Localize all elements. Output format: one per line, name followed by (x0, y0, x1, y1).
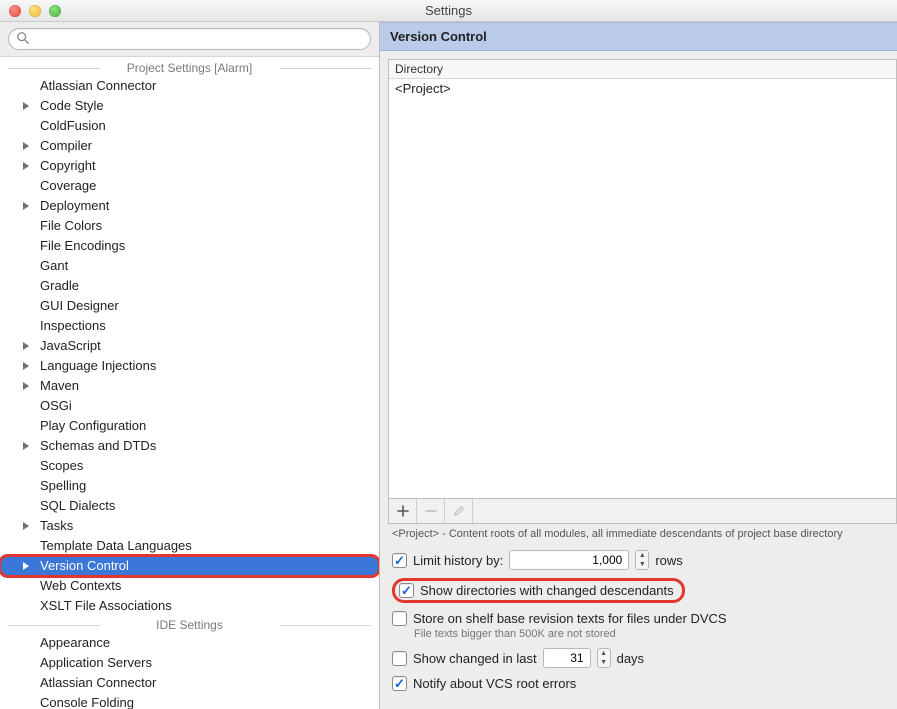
show-changed-input[interactable] (543, 648, 591, 668)
settings-item[interactable]: Version Control (0, 556, 379, 576)
search-icon (16, 31, 30, 45)
settings-item[interactable]: GUI Designer (0, 296, 379, 316)
show-changed-checkbox[interactable] (392, 651, 407, 666)
section-project-settings: Project Settings [Alarm] (0, 59, 379, 76)
settings-item[interactable]: Coverage (0, 176, 379, 196)
show-changed-label: Show changed in last (413, 651, 537, 666)
chevron-down-icon[interactable]: ▼ (598, 658, 610, 667)
settings-item[interactable]: Template Data Languages (0, 536, 379, 556)
settings-item[interactable]: Appearance (0, 633, 379, 653)
section-ide-settings: IDE Settings (0, 616, 379, 633)
limit-history-checkbox[interactable] (392, 553, 407, 568)
show-directories-label: Show directories with changed descendant… (420, 583, 674, 598)
minus-icon (425, 505, 437, 517)
settings-item[interactable]: Console Folding (0, 693, 379, 709)
settings-item[interactable]: Copyright (0, 156, 379, 176)
chevron-up-icon[interactable]: ▲ (636, 551, 648, 560)
limit-history-unit: rows (655, 553, 682, 568)
settings-item[interactable]: ColdFusion (0, 116, 379, 136)
limit-history-label: Limit history by: (413, 553, 503, 568)
notify-vcs-label: Notify about VCS root errors (413, 676, 576, 691)
settings-item[interactable]: Play Configuration (0, 416, 379, 436)
settings-sidebar: Project Settings [Alarm] Atlassian Conne… (0, 22, 380, 709)
settings-item[interactable]: Deployment (0, 196, 379, 216)
settings-detail-panel: Version Control Directory <Project> <Pro… (380, 22, 897, 709)
store-shelf-hint: File texts bigger than 500K are not stor… (388, 628, 897, 640)
limit-history-input[interactable] (509, 550, 629, 570)
settings-item[interactable]: Language Injections (0, 356, 379, 376)
settings-item[interactable]: Atlassian Connector (0, 673, 379, 693)
notify-vcs-checkbox[interactable] (392, 676, 407, 691)
settings-item[interactable]: File Colors (0, 216, 379, 236)
project-root-description: <Project> - Content roots of all modules… (388, 524, 897, 546)
table-toolbar (388, 499, 897, 524)
show-changed-unit: days (617, 651, 644, 666)
settings-item[interactable]: Compiler (0, 136, 379, 156)
settings-item[interactable]: Maven (0, 376, 379, 396)
settings-item[interactable]: File Encodings (0, 236, 379, 256)
settings-item[interactable]: Atlassian Connector (0, 76, 379, 96)
settings-item[interactable]: Code Style (0, 96, 379, 116)
settings-item[interactable]: XSLT File Associations (0, 596, 379, 616)
settings-item[interactable]: Spelling (0, 476, 379, 496)
add-button[interactable] (389, 499, 417, 523)
store-shelf-checkbox[interactable] (392, 611, 407, 626)
remove-button[interactable] (417, 499, 445, 523)
settings-item[interactable]: Gradle (0, 276, 379, 296)
settings-item[interactable]: SQL Dialects (0, 496, 379, 516)
settings-item[interactable]: Application Servers (0, 653, 379, 673)
store-shelf-label: Store on shelf base revision texts for f… (413, 611, 727, 626)
titlebar: Settings (0, 0, 897, 22)
pencil-icon (453, 505, 465, 517)
vcs-directory-table[interactable]: Directory <Project> (388, 59, 897, 499)
limit-history-stepper[interactable]: ▲▼ (635, 550, 649, 570)
settings-item[interactable]: Scopes (0, 456, 379, 476)
plus-icon (397, 505, 409, 517)
settings-item[interactable]: Schemas and DTDs (0, 436, 379, 456)
settings-tree[interactable]: Project Settings [Alarm] Atlassian Conne… (0, 57, 379, 709)
search-input[interactable] (8, 28, 371, 50)
chevron-down-icon[interactable]: ▼ (636, 560, 648, 569)
settings-item[interactable]: Gant (0, 256, 379, 276)
settings-item[interactable]: Tasks (0, 516, 379, 536)
window-title: Settings (0, 3, 897, 18)
chevron-up-icon[interactable]: ▲ (598, 649, 610, 658)
show-directories-checkbox[interactable] (399, 583, 414, 598)
settings-item[interactable]: OSGi (0, 396, 379, 416)
show-changed-stepper[interactable]: ▲▼ (597, 648, 611, 668)
settings-item[interactable]: Inspections (0, 316, 379, 336)
panel-title: Version Control (380, 22, 897, 51)
edit-button[interactable] (445, 499, 473, 523)
column-header-directory: Directory (389, 60, 896, 79)
settings-item[interactable]: JavaScript (0, 336, 379, 356)
show-directories-highlight: Show directories with changed descendant… (392, 578, 685, 603)
table-row[interactable]: <Project> (395, 81, 890, 96)
settings-item[interactable]: Web Contexts (0, 576, 379, 596)
